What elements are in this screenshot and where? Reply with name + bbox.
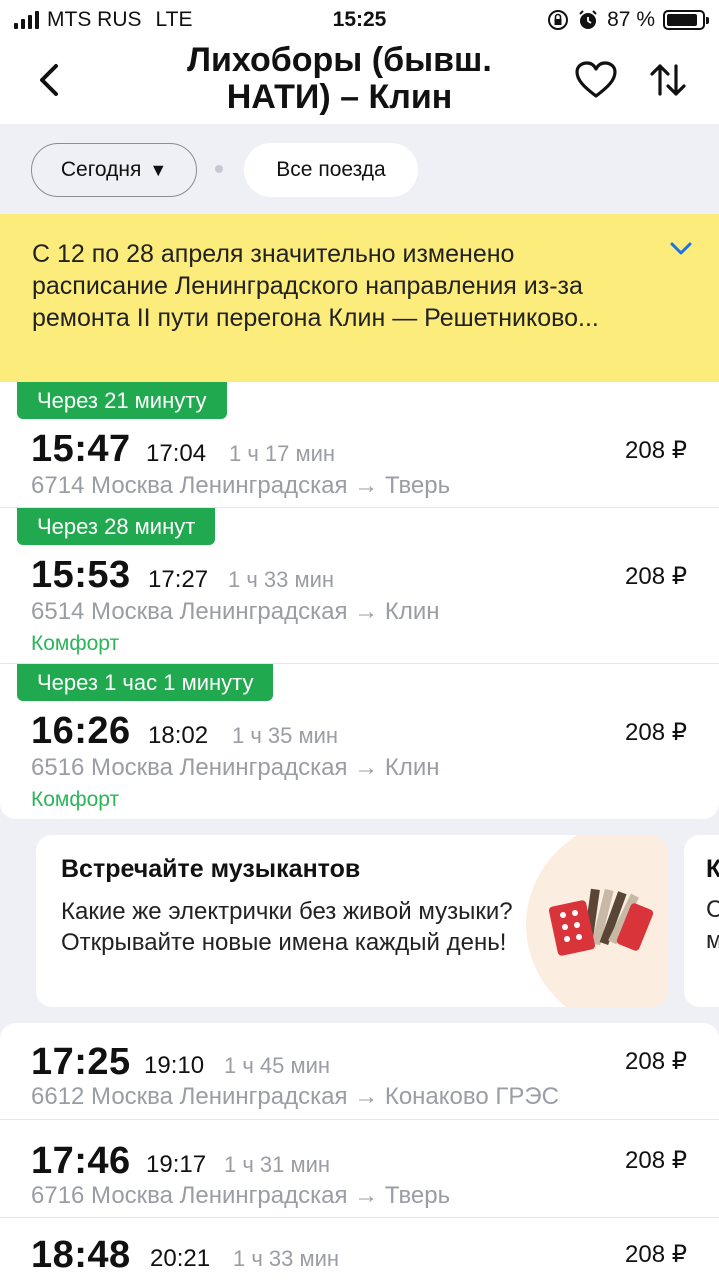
battery-percent: 87 % (607, 8, 655, 31)
train-route: 6714 Москва Ленинградская → Тверь (31, 472, 451, 499)
caret-down-icon: ▼ (149, 159, 168, 180)
train-row[interactable]: Через 28 минут 15:53 17:27 1 ч 33 мин 65… (0, 508, 719, 664)
date-filter-chip[interactable]: Сегодня ▼ (31, 143, 197, 197)
arrival-time: 17:27 (148, 566, 209, 593)
arrival-time: 18:02 (148, 722, 209, 749)
departure-time: 16:26 (31, 710, 131, 752)
promo-next-text-line2: С (706, 896, 719, 923)
departure-time: 15:53 (31, 554, 131, 596)
train-route: 6514 Москва Ленинградская → Клин (31, 598, 440, 625)
train-route: 6716 Москва Ленинградская → Тверь (31, 1182, 451, 1209)
header: Лихоборы (бывш. НАТИ) – Клин (0, 40, 719, 124)
comfort-label: Комфорт (31, 788, 120, 811)
travel-duration: 1 ч 33 мин (233, 1246, 340, 1271)
swap-arrows-icon[interactable] (648, 60, 688, 100)
arrival-time: 19:17 (146, 1151, 207, 1178)
travel-duration: 1 ч 31 мин (224, 1152, 331, 1177)
ticket-price: 208 ₽ (625, 1147, 687, 1174)
page-title: Лихоборы (бывш. НАТИ) – Клин (120, 42, 559, 116)
orientation-lock-icon (548, 10, 569, 30)
time-until-badge: Через 28 минут (17, 508, 216, 545)
ticket-price: 208 ₽ (625, 719, 687, 746)
train-row[interactable]: 18:48 20:21 1 ч 33 мин 208 ₽ (0, 1218, 719, 1280)
ticket-price: 208 ₽ (625, 563, 687, 590)
heart-icon[interactable] (574, 60, 618, 100)
accordion-icon (549, 888, 653, 956)
arrival-time: 19:10 (144, 1052, 205, 1079)
date-filter-label: Сегодня (60, 158, 142, 181)
time-until-badge: Через 21 минуту (17, 382, 227, 419)
status-right: 87 % (547, 8, 709, 32)
promo-title: Встречайте музыкантов (61, 855, 361, 883)
train-row[interactable]: Через 21 минуту 15:47 17:04 1 ч 17 мин 6… (0, 382, 719, 508)
trains-list-more: 17:25 19:10 1 ч 45 мин 6612 Москва Ленин… (0, 1023, 719, 1280)
promo-next-text-line3: м (706, 927, 719, 954)
schedule-notice[interactable]: С 12 по 28 апреля значительно изменено р… (0, 214, 719, 382)
train-row[interactable]: 17:25 19:10 1 ч 45 мин 6612 Москва Ленин… (0, 1023, 719, 1120)
departure-time: 17:46 (31, 1140, 131, 1182)
travel-duration: 1 ч 33 мин (228, 567, 335, 592)
trains-filter-label: Все поезда (276, 158, 386, 181)
arrival-time: 17:04 (146, 440, 207, 467)
chevron-left-icon[interactable] (30, 58, 70, 102)
promo-card[interactable]: Встречайте музыкантов Какие же электричк… (36, 835, 668, 1007)
train-route: 6516 Москва Ленинградская → Клин (31, 754, 440, 781)
arrival-time: 20:21 (150, 1245, 211, 1272)
trains-filter-chip[interactable]: Все поезда (244, 143, 418, 197)
title-line-2: НАТИ) – Клин (226, 78, 453, 116)
departure-time: 17:25 (31, 1041, 131, 1083)
ticket-price: 208 ₽ (625, 1048, 687, 1075)
chevron-down-icon[interactable] (668, 236, 694, 262)
time-until-badge: Через 1 час 1 минуту (17, 664, 274, 701)
train-route: 6612 Москва Ленинградская → Конаково ГРЭ… (31, 1083, 559, 1110)
filter-bar: Сегодня ▼ Все поезда (0, 124, 719, 214)
promo-text: Какие же электрички без живой музыки? От… (61, 898, 513, 956)
promo-next-title: К (706, 855, 719, 883)
trains-list: Через 21 минуту 15:47 17:04 1 ч 17 мин 6… (0, 382, 719, 819)
train-row[interactable]: 17:46 19:17 1 ч 31 мин 6716 Москва Ленин… (0, 1120, 719, 1218)
ticket-price: 208 ₽ (625, 437, 687, 464)
travel-duration: 1 ч 35 мин (232, 723, 339, 748)
departure-time: 15:47 (31, 428, 131, 470)
battery-icon (663, 10, 709, 30)
comfort-label: Комфорт (31, 632, 120, 655)
alarm-icon (579, 10, 597, 29)
separator-dot (215, 165, 223, 173)
ticket-price: 208 ₽ (625, 1241, 687, 1268)
departure-time: 18:48 (31, 1234, 131, 1276)
notice-text: С 12 по 28 апреля значительно изменено р… (32, 240, 599, 332)
promo-card-next[interactable]: К С м (684, 835, 719, 1007)
battery-fill (667, 14, 697, 26)
train-row[interactable]: Через 1 час 1 минуту 16:26 18:02 1 ч 35 … (0, 664, 719, 819)
travel-duration: 1 ч 45 мин (224, 1053, 331, 1078)
travel-duration: 1 ч 17 мин (229, 441, 336, 466)
status-bar: MTS RUS LTE 15:25 87 % (0, 0, 719, 40)
title-line-1: Лихоборы (бывш. (187, 41, 492, 79)
